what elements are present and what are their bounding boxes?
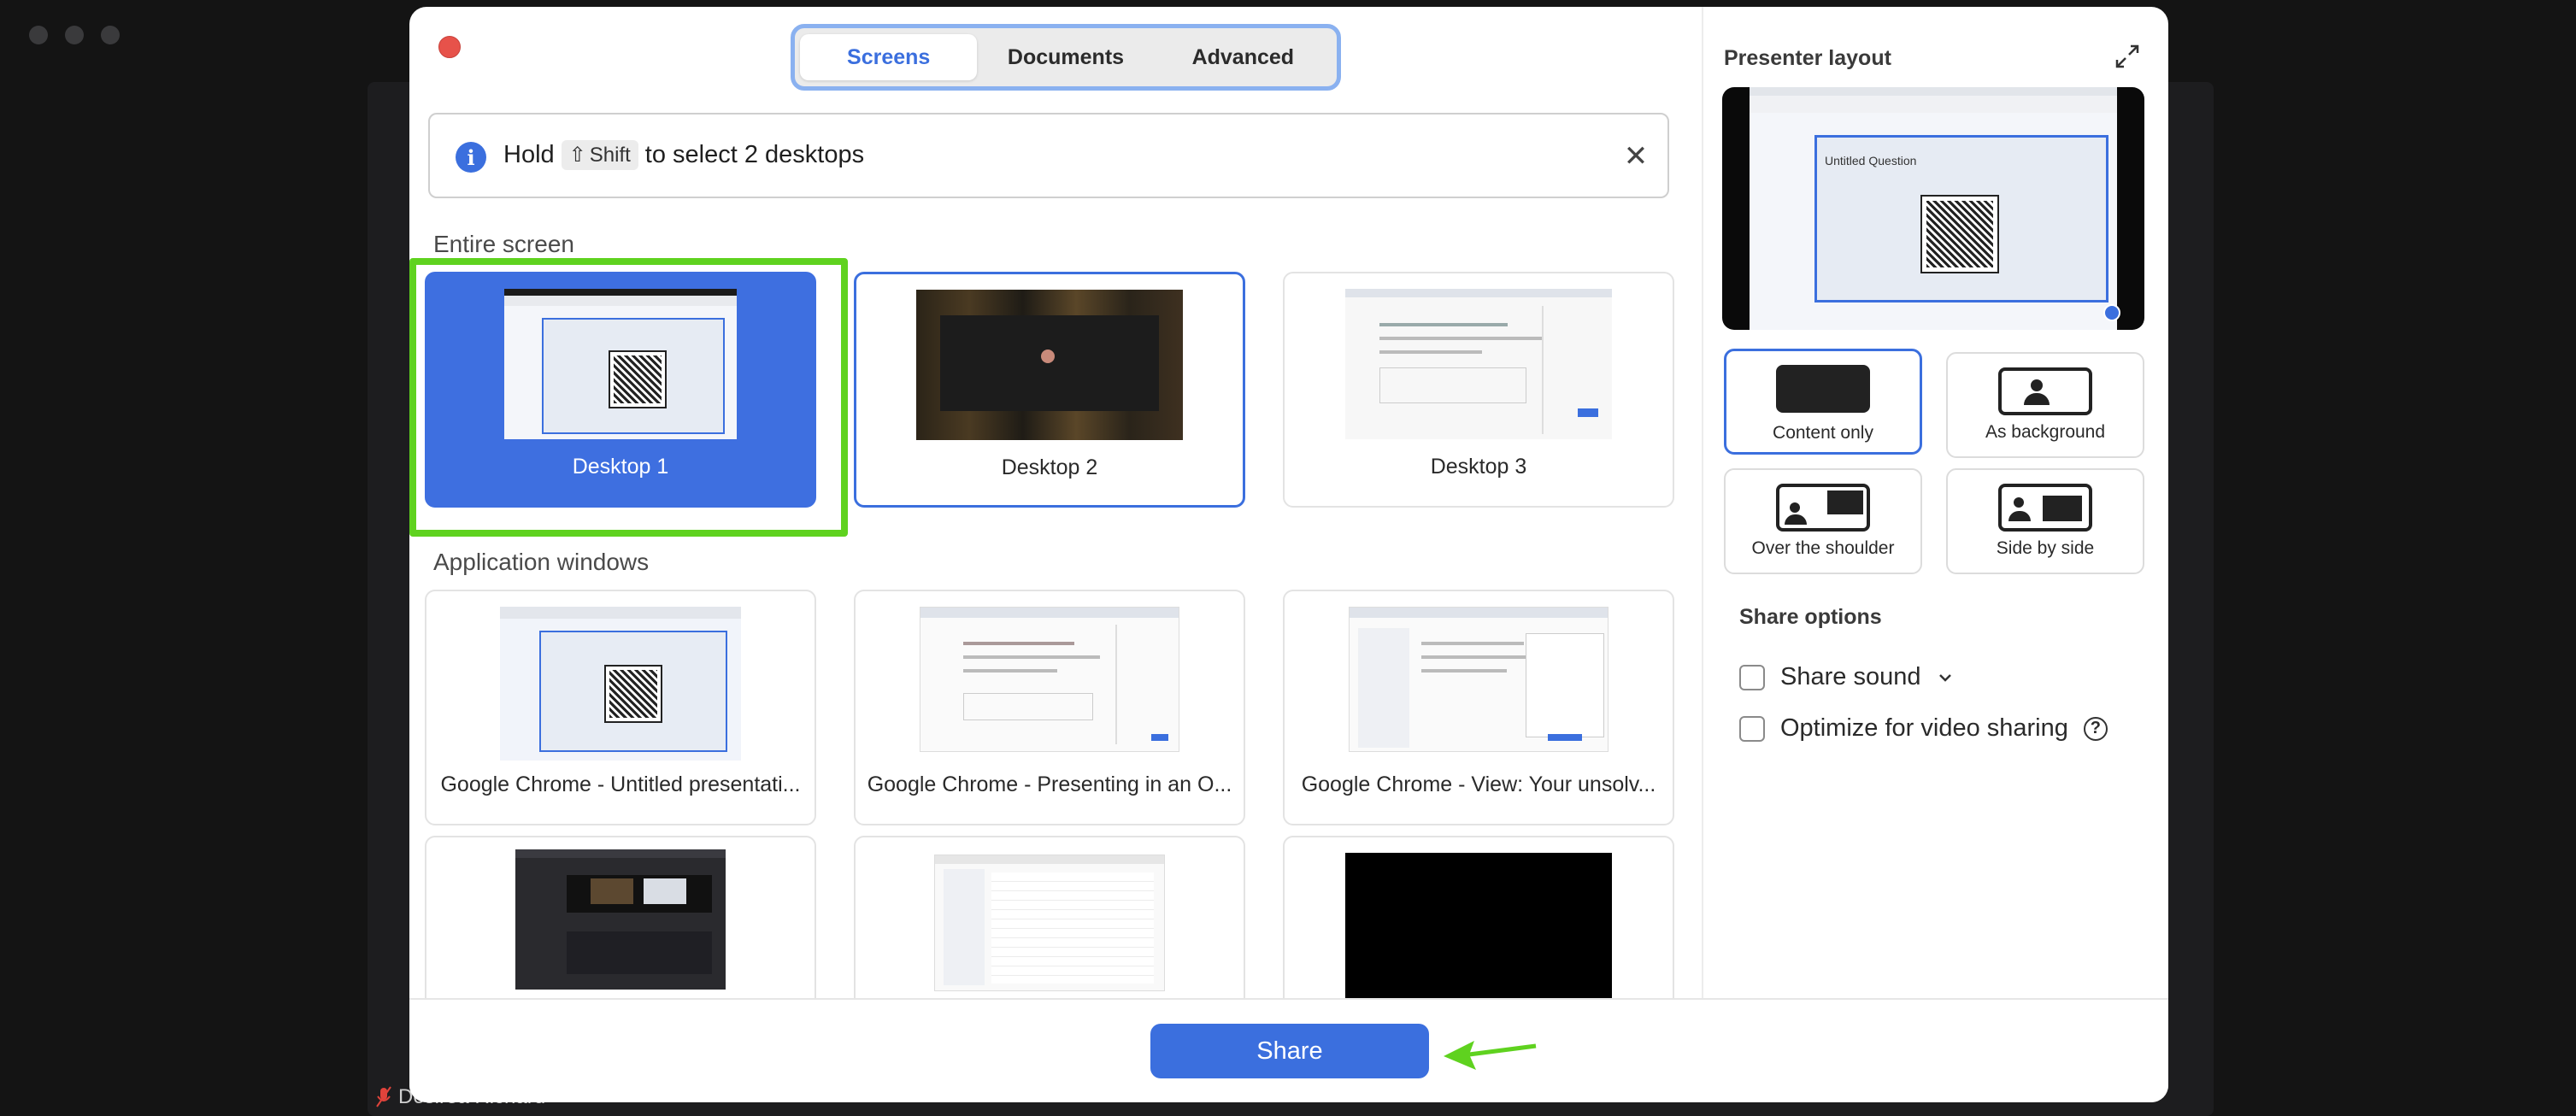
desktop-3-label: Desktop 3 — [1430, 455, 1527, 479]
app-window-card-3[interactable]: Google Chrome - View: Your unsolv... — [1283, 590, 1674, 825]
layout-as-background[interactable]: As background — [1946, 352, 2144, 458]
as-background-icon — [1998, 367, 2092, 415]
optimize-video-option[interactable]: Optimize for video sharing ? — [1739, 714, 2108, 743]
close-window-dot[interactable] — [29, 26, 48, 44]
close-icon[interactable]: ✕ — [1620, 140, 1652, 173]
info-icon: i — [456, 142, 486, 173]
app-window-card-5[interactable] — [854, 836, 1245, 1024]
tab-documents[interactable]: Documents — [977, 34, 1154, 80]
app-6-thumbnail — [1345, 853, 1612, 1000]
desktop-card-2[interactable]: Desktop 2 — [854, 272, 1245, 508]
app-1-thumbnail — [500, 607, 741, 761]
muted-mic-icon — [376, 1086, 391, 1108]
app-3-label: Google Chrome - View: Your unsolv... — [1301, 772, 1656, 796]
preview-slide-title: Untitled Question — [1825, 154, 1917, 167]
chevron-down-icon[interactable] — [1936, 668, 1955, 687]
layout-over-the-shoulder[interactable]: Over the shoulder — [1724, 468, 1922, 574]
app-window-card-6[interactable] — [1283, 836, 1674, 1024]
app-3-thumbnail — [1349, 607, 1609, 752]
multi-select-notice: i Hold ⇧ Shift to select 2 desktops ✕ — [428, 113, 1669, 198]
content-only-icon — [1776, 365, 1870, 413]
expand-icon[interactable] — [2112, 41, 2143, 72]
tab-screens[interactable]: Screens — [800, 34, 978, 80]
layout-content-only-label: Content only — [1773, 423, 1873, 443]
over-shoulder-icon — [1776, 484, 1870, 532]
desktop-card-3[interactable]: Desktop 3 — [1283, 272, 1674, 508]
layout-content-only[interactable]: Content only — [1724, 349, 1922, 455]
entire-screen-heading: Entire screen — [433, 231, 574, 257]
app-window-card-1[interactable]: Google Chrome - Untitled presentati... — [425, 590, 816, 825]
app-4-thumbnail — [515, 849, 726, 990]
notice-text-before: Hold — [503, 141, 555, 168]
layout-side-by-side[interactable]: Side by side — [1946, 468, 2144, 574]
share-screen-dialog: Screens Documents Advanced i Hold ⇧ Shift… — [409, 7, 2168, 1102]
layout-as-background-label: As background — [1985, 422, 2106, 442]
desktop-3-thumbnail — [1345, 289, 1612, 439]
zoom-window-dot[interactable] — [101, 26, 120, 44]
help-icon[interactable]: ? — [2083, 716, 2108, 741]
app-window-card-4[interactable] — [425, 836, 816, 1024]
presenter-layout-title: Presenter layout — [1724, 46, 1891, 70]
share-options-title: Share options — [1739, 605, 1882, 629]
side-by-side-icon — [1998, 484, 2092, 532]
pointer-arrow-annotation — [1444, 1041, 1537, 1070]
desktop-2-label: Desktop 2 — [1001, 455, 1098, 479]
share-sound-label: Share sound — [1780, 663, 1921, 690]
notice-text-after: to select 2 desktops — [644, 141, 865, 168]
layout-over-the-shoulder-label: Over the shoulder — [1751, 538, 1895, 558]
app-5-thumbnail — [934, 855, 1165, 991]
shift-key-badge: ⇧ Shift — [561, 140, 638, 170]
application-windows-heading: Application windows — [433, 549, 650, 575]
app-2-label: Google Chrome - Presenting in an O... — [867, 772, 1232, 796]
selection-highlight-annotation — [409, 258, 848, 537]
share-button[interactable]: Share — [1150, 1024, 1429, 1078]
app-1-label: Google Chrome - Untitled presentati... — [440, 772, 801, 796]
share-source-panel: Screens Documents Advanced i Hold ⇧ Shift… — [409, 7, 1702, 1024]
minimize-window-dot[interactable] — [65, 26, 84, 44]
window-controls — [29, 26, 120, 44]
optimize-video-checkbox[interactable] — [1739, 715, 1765, 742]
share-sound-option[interactable]: Share sound — [1739, 663, 1955, 691]
app-window-card-2[interactable]: Google Chrome - Presenting in an O... — [854, 590, 1245, 825]
share-sound-checkbox[interactable] — [1739, 664, 1765, 690]
desktop-2-thumbnail — [916, 290, 1183, 440]
shift-symbol-icon: ⇧ — [568, 144, 586, 167]
presenter-preview: Untitled Question — [1722, 87, 2144, 330]
layout-side-by-side-label: Side by side — [1996, 538, 2095, 558]
optimize-video-label: Optimize for video sharing — [1780, 714, 2068, 742]
tab-advanced[interactable]: Advanced — [1155, 34, 1332, 80]
presenter-panel: Presenter layout Untitled Question Conte… — [1702, 7, 2168, 998]
shift-key-label: Shift — [589, 143, 631, 167]
notice-text: Hold ⇧ Shift to select 2 desktops — [503, 140, 864, 170]
app-2-thumbnail — [920, 607, 1179, 752]
source-tabs: Screens Documents Advanced — [791, 24, 1341, 91]
